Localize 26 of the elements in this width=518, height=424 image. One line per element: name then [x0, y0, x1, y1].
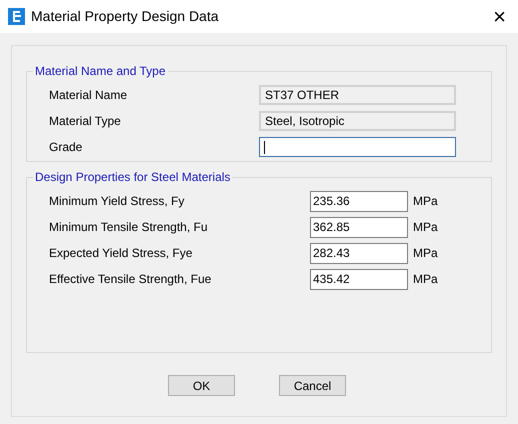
field-label: Minimum Tensile Strength, Fu [49, 219, 209, 236]
close-button[interactable]: × [489, 6, 510, 28]
input-field[interactable]: 435.42 [310, 268, 408, 290]
field-label: Effective Tensile Strength, Fue [49, 271, 212, 288]
window-title: Material Property Design Data [31, 7, 220, 26]
text-field[interactable] [259, 137, 456, 157]
text-cursor [264, 140, 265, 154]
unit-label: MPa [413, 219, 438, 236]
field-label: Material Name [49, 87, 128, 104]
group-title: Design Properties for Steel Materials [34, 169, 232, 186]
input-field[interactable]: 282.43 [310, 242, 408, 264]
unit-label: MPa [413, 245, 438, 262]
unit-label: MPa [413, 271, 438, 288]
field-label: Material Type [49, 113, 122, 130]
text-field[interactable]: Steel, Isotropic [259, 111, 456, 131]
field-label: Expected Yield Stress, Fye [49, 245, 194, 262]
field-label: Minimum Yield Stress, Fy [49, 193, 186, 210]
cancel-button[interactable]: Cancel [279, 375, 346, 396]
field-label: Grade [49, 139, 84, 156]
input-field[interactable]: 362.85 [310, 216, 408, 238]
text-field[interactable]: ST37 OTHER [259, 85, 456, 105]
ok-button[interactable]: OK [168, 375, 235, 396]
group-title: Material Name and Type [34, 63, 167, 80]
app-logo-icon [8, 8, 25, 25]
unit-label: MPa [413, 193, 438, 210]
input-field[interactable]: 235.36 [310, 190, 408, 212]
